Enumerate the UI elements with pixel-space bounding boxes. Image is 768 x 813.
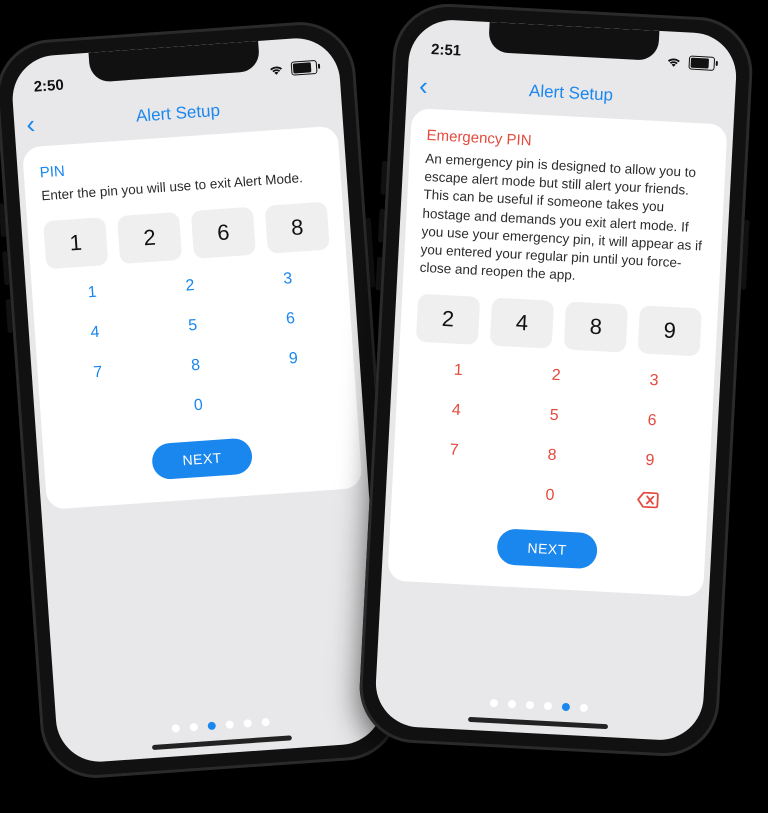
key-0[interactable]: 0 bbox=[506, 484, 595, 507]
pin-digit: 1 bbox=[43, 217, 108, 269]
key-6[interactable]: 6 bbox=[246, 308, 335, 332]
dot bbox=[172, 724, 181, 733]
nav-title: Alert Setup bbox=[528, 81, 613, 105]
status-time: 2:51 bbox=[431, 41, 462, 60]
pin-display: 1 2 6 8 bbox=[43, 202, 330, 270]
key-5[interactable]: 5 bbox=[148, 314, 237, 338]
next-button[interactable]: NEXT bbox=[497, 528, 598, 569]
dot bbox=[243, 719, 252, 728]
key-2[interactable]: 2 bbox=[146, 274, 235, 298]
pin-digit: 8 bbox=[265, 202, 330, 254]
screen: 2:50 ‹ Alert Setup PIN Enter the pin you… bbox=[10, 35, 387, 764]
dot bbox=[225, 720, 234, 729]
battery-icon bbox=[291, 60, 318, 76]
pin-digit: 9 bbox=[638, 305, 702, 356]
key-0[interactable]: 0 bbox=[154, 394, 243, 418]
wifi-icon bbox=[664, 53, 683, 71]
back-button[interactable]: ‹ bbox=[25, 111, 35, 138]
key-1[interactable]: 1 bbox=[48, 281, 137, 305]
dot bbox=[508, 700, 516, 708]
back-button[interactable]: ‹ bbox=[419, 72, 429, 98]
nav-title: Alert Setup bbox=[135, 101, 220, 127]
home-indicator[interactable] bbox=[468, 717, 608, 729]
key-6[interactable]: 6 bbox=[608, 409, 697, 432]
key-2[interactable]: 2 bbox=[512, 364, 601, 387]
dot bbox=[490, 699, 498, 707]
screen: 2:51 ‹ Alert Setup Emergency PIN An emer… bbox=[374, 18, 739, 742]
keypad: 1 2 3 4 5 6 7 8 9 0 bbox=[48, 268, 341, 425]
key-4[interactable]: 4 bbox=[51, 321, 140, 345]
pin-digit: 8 bbox=[564, 301, 628, 352]
key-3[interactable]: 3 bbox=[243, 268, 332, 292]
pin-display: 2 4 8 9 bbox=[416, 293, 702, 356]
key-7[interactable]: 7 bbox=[53, 361, 142, 385]
dot bbox=[261, 718, 270, 727]
backspace-icon[interactable] bbox=[603, 489, 692, 512]
wifi-icon bbox=[267, 61, 286, 79]
pin-digit: 2 bbox=[416, 293, 480, 344]
pin-digit: 6 bbox=[191, 207, 256, 259]
phone-right: 2:51 ‹ Alert Setup Emergency PIN An emer… bbox=[357, 1, 755, 759]
key-1[interactable]: 1 bbox=[414, 359, 503, 382]
home-indicator[interactable] bbox=[152, 735, 292, 750]
page-indicator bbox=[57, 710, 385, 741]
dot-active bbox=[562, 703, 570, 711]
battery-icon bbox=[688, 56, 715, 71]
dot bbox=[190, 723, 199, 732]
keypad: 1 2 3 4 5 6 7 8 9 0 bbox=[408, 359, 699, 512]
key-8[interactable]: 8 bbox=[508, 444, 597, 467]
phone-left: 2:50 ‹ Alert Setup PIN Enter the pin you… bbox=[0, 18, 403, 781]
page-indicator bbox=[375, 693, 703, 718]
dot-active bbox=[207, 722, 216, 731]
pin-digit: 2 bbox=[117, 212, 182, 264]
pin-digit: 4 bbox=[490, 297, 554, 348]
dot bbox=[580, 704, 588, 712]
emergency-pin-card: Emergency PIN An emergency pin is design… bbox=[387, 108, 727, 596]
next-button[interactable]: NEXT bbox=[151, 438, 253, 481]
key-8[interactable]: 8 bbox=[151, 354, 240, 378]
key-7[interactable]: 7 bbox=[410, 439, 499, 462]
status-time: 2:50 bbox=[33, 76, 64, 95]
section-description: An emergency pin is designed to allow yo… bbox=[419, 150, 709, 292]
key-9[interactable]: 9 bbox=[606, 449, 695, 472]
key-4[interactable]: 4 bbox=[412, 399, 501, 422]
key-3[interactable]: 3 bbox=[610, 369, 699, 392]
key-9[interactable]: 9 bbox=[249, 347, 338, 371]
key-5[interactable]: 5 bbox=[510, 404, 599, 427]
dot bbox=[544, 702, 552, 710]
dot bbox=[526, 701, 534, 709]
pin-card: PIN Enter the pin you will use to exit A… bbox=[22, 126, 363, 510]
